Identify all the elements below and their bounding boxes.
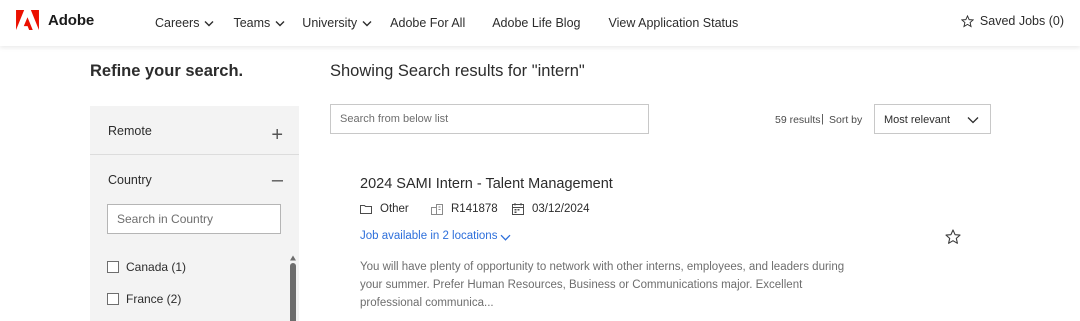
sort-by-label: Sort by [829,114,863,126]
chevron-down-icon [362,20,372,27]
job-category: Other [360,203,409,215]
job-requisition-id-label: R141878 [451,203,498,215]
divider: | [821,113,824,125]
calendar-icon [512,203,524,215]
chevron-down-icon [967,116,979,124]
nav-adobe-for-all[interactable]: Adobe For All [390,16,465,30]
results-heading: Showing Search results for "intern" [330,62,585,80]
save-job-star-icon[interactable] [945,229,961,245]
nav-teams-label: Teams [233,16,271,30]
scrollbar-thumb[interactable] [290,263,296,321]
adobe-logo-link[interactable]: Adobe [16,10,94,31]
nav-view-application-status-label: View Application Status [608,16,739,30]
country-option-label: Canada (1) [126,260,187,274]
country-option-label: France (2) [126,292,182,306]
country-option-canada[interactable]: Canada (1) [107,260,186,274]
nav-view-application-status[interactable]: View Application Status [608,16,738,30]
job-locations-label: Job available in 2 locations [360,230,498,242]
filter-remote-label: Remote [108,124,152,138]
nav-careers-label: Careers [155,16,200,30]
job-requisition-id: R141878 [431,203,498,215]
filter-remote-toggle[interactable]: Remote + [90,106,299,155]
job-posted-date-label: 03/12/2024 [532,203,590,215]
list-search-input[interactable] [330,104,649,134]
folder-icon [360,204,372,214]
chevron-down-icon [275,20,285,27]
nav-careers[interactable]: Careers [155,16,214,30]
checkbox[interactable] [107,293,119,305]
job-description: You will have plenty of opportunity to n… [360,261,845,309]
minus-icon: – [271,169,283,191]
job-locations-toggle[interactable]: Job available in 2 locations [360,230,511,242]
saved-jobs-label: Saved Jobs (0) [979,14,1064,28]
refine-search-heading: Refine your search. [90,62,244,80]
checkbox[interactable] [107,261,119,273]
nav-adobe-life-blog[interactable]: Adobe Life Blog [492,16,580,30]
top-navigation-bar: Adobe Careers Teams University Adobe For… [0,0,1080,46]
chevron-down-icon [204,20,214,27]
sort-select[interactable]: Most relevant [874,104,991,134]
nav-adobe-life-blog-label: Adobe Life Blog [492,16,581,30]
filter-panel: Remote + Country – Canada (1) France (2) [90,106,299,321]
nav-university[interactable]: University [302,16,372,30]
building-icon [431,203,443,215]
main-nav: Careers Teams University Adobe For All A… [155,0,762,46]
nav-teams[interactable]: Teams [233,16,285,30]
nav-adobe-for-all-label: Adobe For All [390,16,466,30]
brand-name: Adobe [48,12,95,29]
filter-country-label: Country [108,173,152,187]
adobe-logo-icon [16,10,39,31]
country-search-input[interactable] [107,204,281,234]
job-posted-date: 03/12/2024 [512,203,590,215]
scroll-up-arrow-icon[interactable] [289,249,297,261]
country-option-france[interactable]: France (2) [107,292,181,306]
sort-select-value: Most relevant [884,114,951,126]
job-category-label: Other [380,203,409,215]
filter-country-toggle[interactable]: Country – [90,155,299,205]
plus-icon: + [271,124,283,146]
saved-jobs-link[interactable]: Saved Jobs (0) [960,14,1064,28]
job-title-link[interactable]: 2024 SAMI Intern - Talent Management [360,176,613,192]
chevron-down-icon [500,231,511,241]
star-icon [960,14,974,28]
results-count: 59 results [775,114,821,126]
nav-university-label: University [302,16,358,30]
